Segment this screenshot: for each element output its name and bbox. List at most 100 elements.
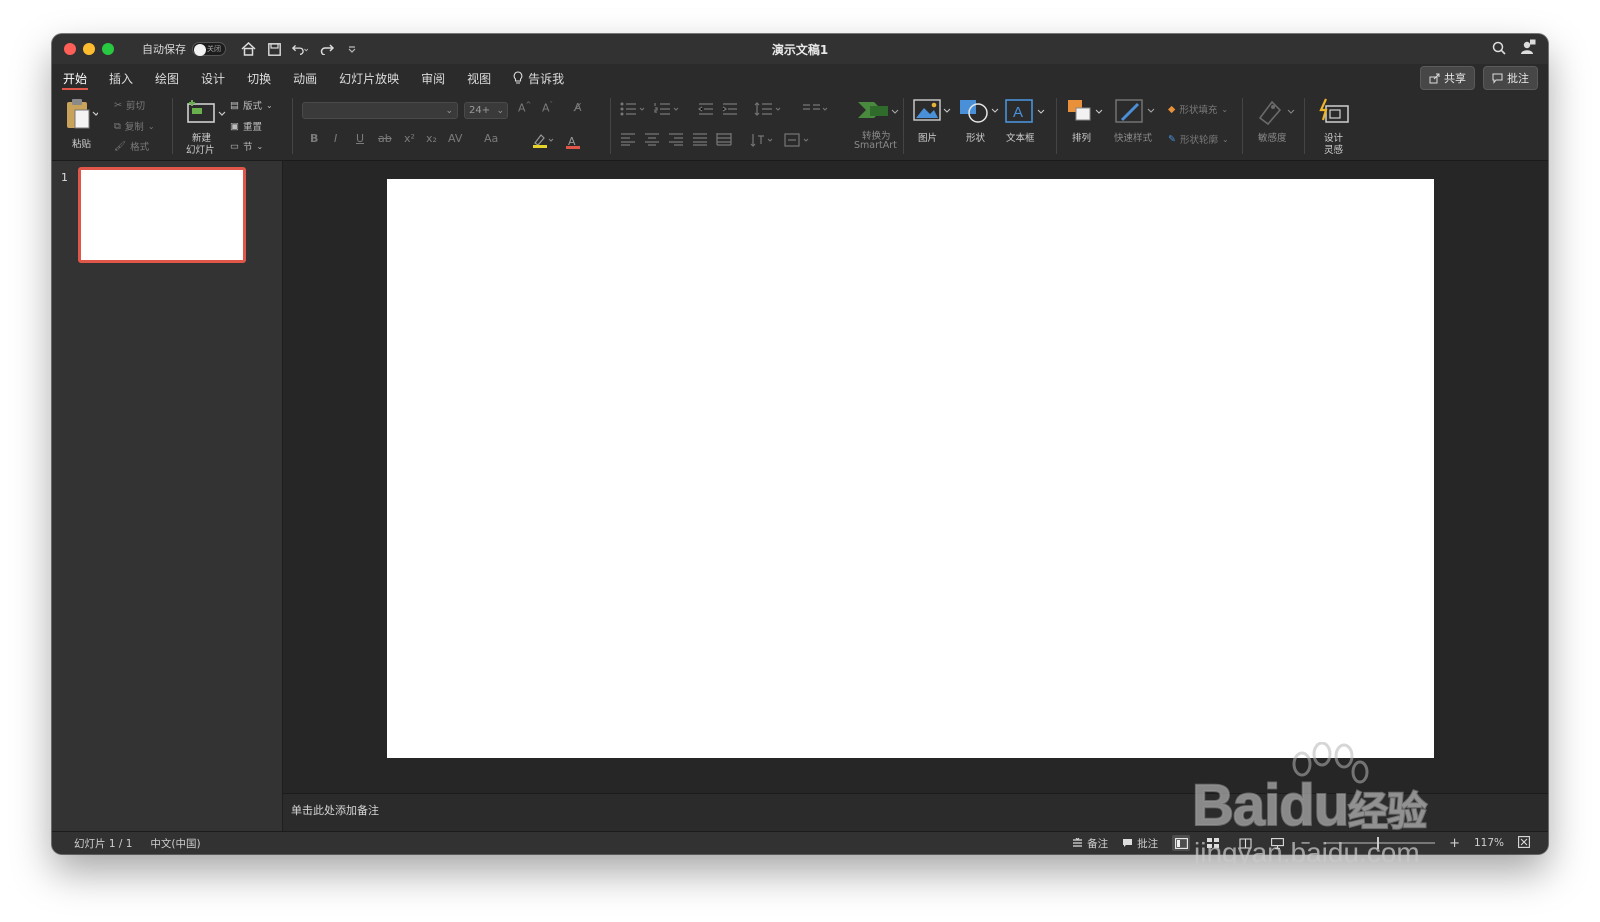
slideshow-view-button[interactable] — [1268, 835, 1286, 851]
paste-button[interactable]: 粘贴 — [64, 98, 104, 150]
subscript-button[interactable]: x₂ — [426, 132, 437, 145]
font-size-select[interactable]: 24+ ⌄ — [464, 102, 508, 119]
notes-icon — [1073, 838, 1083, 847]
clear-format-icon[interactable]: A̸ — [574, 101, 582, 114]
tab-review[interactable]: 审阅 — [410, 64, 456, 92]
textbox-button[interactable]: A 文本框 — [1004, 96, 1052, 156]
slide-thumbnail[interactable] — [78, 167, 246, 263]
quick-styles-button[interactable]: 快速样式 — [1110, 96, 1164, 156]
font-name-select[interactable]: ⌄ — [302, 102, 458, 119]
strikethrough-button[interactable]: ab — [378, 132, 392, 145]
change-case-button[interactable]: Aa — [484, 132, 498, 145]
fit-to-window-icon[interactable] — [1518, 835, 1530, 851]
align-center-icon[interactable] — [644, 132, 660, 146]
decrease-indent-icon[interactable] — [698, 102, 714, 116]
autosave-state: 关闭 — [207, 45, 221, 53]
tabs-right: 共享 批注 — [1420, 66, 1538, 90]
columns-icon[interactable] — [802, 102, 830, 116]
autosave-toggle[interactable]: 关闭 — [192, 42, 226, 56]
bold-button[interactable]: B — [310, 132, 318, 145]
text-direction-icon[interactable] — [750, 132, 780, 148]
tab-design[interactable]: 设计 — [190, 64, 236, 92]
language-indicator[interactable]: 中文(中国) — [150, 836, 200, 851]
normal-view-button[interactable] — [1172, 835, 1191, 851]
tab-transitions[interactable]: 切换 — [236, 64, 282, 92]
align-text-icon[interactable] — [784, 132, 814, 148]
copy-icon: ⧉ — [114, 120, 121, 132]
sensitivity-button[interactable]: 敏感度 — [1252, 96, 1302, 156]
tab-view[interactable]: 视图 — [456, 64, 502, 92]
italic-button[interactable]: I — [334, 132, 337, 145]
share-button[interactable]: 共享 — [1420, 66, 1475, 90]
new-slide-label-2: 幻灯片 — [186, 145, 215, 156]
reset-button[interactable]: ▣ 重置 — [230, 119, 262, 134]
superscript-button[interactable]: x² — [404, 132, 415, 145]
shape-button[interactable]: 形状 — [958, 96, 1002, 156]
bullets-icon[interactable] — [620, 102, 648, 116]
notes-toggle-button[interactable]: 备注 — [1072, 836, 1108, 851]
shape-fill-button[interactable]: ◆ 形状填充 ⌄ — [1168, 102, 1228, 117]
undo-icon[interactable] — [292, 41, 308, 57]
zoom-level[interactable]: 117% — [1474, 837, 1504, 849]
character-spacing-button[interactable]: AV — [448, 132, 462, 145]
insert-group: 图片 形状 A 文本框 — [908, 92, 1058, 160]
convert-smartart-label-2: SmartArt — [854, 140, 897, 151]
increase-font-size-button[interactable]: A^ — [518, 101, 531, 115]
align-right-icon[interactable] — [668, 132, 684, 146]
home-icon[interactable] — [240, 41, 256, 57]
zoom-slider-thumb[interactable] — [1377, 837, 1380, 849]
notes-pane[interactable]: 单击此处添加备注 — [283, 793, 1548, 832]
justify-icon[interactable] — [692, 132, 708, 146]
picture-icon — [913, 99, 951, 121]
layout-label: 版式 — [242, 101, 262, 112]
save-icon[interactable] — [266, 41, 282, 57]
section-button[interactable]: ▭ 节 ⌄ — [230, 139, 263, 154]
zoom-window-button[interactable] — [102, 43, 114, 55]
comments-toggle-button[interactable]: 批注 — [1122, 836, 1158, 851]
designer-button[interactable]: 设计 灵感 — [1314, 96, 1358, 158]
tab-insert[interactable]: 插入 — [98, 64, 144, 92]
copy-label: 复制 — [124, 122, 144, 133]
tab-home[interactable]: 开始 — [52, 64, 98, 92]
zoom-slider[interactable] — [1325, 837, 1436, 849]
format-painter-button[interactable]: 🖌 格式 — [114, 139, 149, 154]
highlight-icon[interactable] — [532, 132, 554, 152]
arrange-button[interactable]: 排列 — [1066, 96, 1106, 156]
numbering-icon[interactable] — [654, 102, 682, 116]
tell-me[interactable]: 告诉我 — [502, 64, 575, 92]
picture-button[interactable]: 图片 — [912, 96, 952, 156]
slide-sorter-button[interactable] — [1204, 835, 1222, 851]
search-icon[interactable] — [1492, 40, 1506, 59]
close-window-button[interactable] — [64, 43, 76, 55]
tab-draw[interactable]: 绘图 — [144, 64, 190, 92]
account-icon[interactable] — [1520, 39, 1536, 59]
tab-animations[interactable]: 动画 — [282, 64, 328, 92]
shape-outline-button[interactable]: ✎ 形状轮廓 ⌄ — [1168, 132, 1229, 147]
copy-button[interactable]: ⧉ 复制 ⌄ — [114, 119, 155, 134]
reading-view-button[interactable] — [1236, 835, 1254, 851]
convert-smartart-button[interactable]: 转换为 SmartArt — [846, 96, 906, 158]
increase-indent-icon[interactable] — [722, 102, 738, 116]
align-left-icon[interactable] — [620, 132, 636, 146]
paint-bucket-icon: ◆ — [1168, 103, 1176, 115]
underline-button[interactable]: U — [356, 132, 364, 145]
redo-icon[interactable] — [318, 41, 334, 57]
new-slide-button[interactable]: 新建 幻灯片 — [182, 96, 228, 156]
decrease-font-size-button[interactable]: Aˇ — [542, 101, 553, 115]
line-spacing-icon[interactable] — [754, 102, 784, 116]
comments-button[interactable]: 批注 — [1483, 66, 1538, 90]
minimize-window-button[interactable] — [83, 43, 95, 55]
textbox-label: 文本框 — [1006, 133, 1035, 144]
distributed-icon[interactable] — [716, 132, 732, 146]
font-color-button[interactable]: A — [566, 130, 580, 149]
customize-toolbar-icon[interactable] — [344, 41, 360, 57]
tab-slideshow[interactable]: 幻灯片放映 — [328, 64, 410, 92]
tell-me-label: 告诉我 — [528, 71, 565, 86]
slide-canvas[interactable] — [387, 179, 1434, 758]
layout-button[interactable]: ▤ 版式 ⌄ — [230, 98, 273, 113]
quick-styles-icon — [1115, 99, 1155, 123]
cut-button[interactable]: ✂ 剪切 — [114, 98, 145, 113]
zoom-in-button[interactable]: + — [1449, 836, 1460, 851]
zoom-out-button[interactable]: − — [1300, 836, 1311, 851]
reading-view-icon — [1239, 837, 1252, 849]
